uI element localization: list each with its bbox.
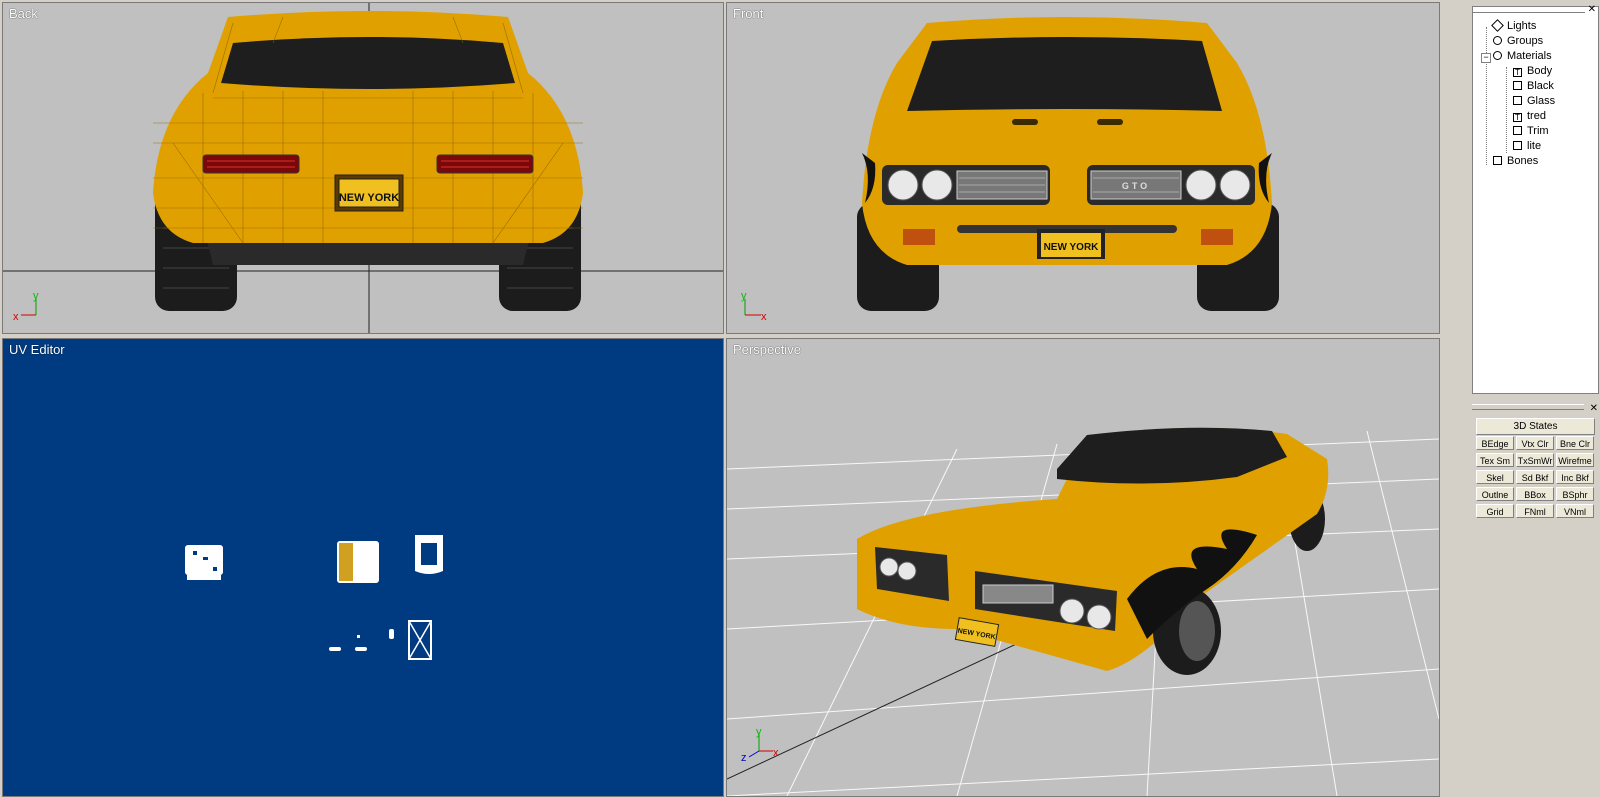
axis-y-label: y [33,290,39,302]
state-button-vnml[interactable]: VNml [1556,504,1594,518]
group-icon [1493,36,1502,45]
axis-x-label: x [13,311,19,323]
state-button-skel[interactable]: Skel [1476,470,1514,484]
car-back-view: NEW YORK y x [3,3,723,333]
tree-item-label: Body [1527,65,1553,77]
3d-states-button[interactable]: 3D States [1476,418,1595,435]
3d-states-panel: ✕ 3D States BEdge Vtx Clr Bne Clr Tex Sm… [1472,404,1600,524]
viewport-back[interactable]: NEW YORK y x Back [2,2,724,334]
axis-x-label: x [761,311,767,323]
state-button-vtx-clr[interactable]: Vtx Clr [1516,436,1554,450]
close-icon[interactable]: ✕ [1590,404,1598,414]
axis-y-label: y [741,290,747,302]
light-icon [1491,19,1504,32]
state-button-wirefme[interactable]: Wirefme [1556,453,1594,467]
axis-z-label: z [741,752,747,764]
tree-item-material-trim[interactable]: Trim [1513,124,1549,139]
tree-item-label: Lights [1507,20,1537,32]
material-icon [1513,126,1522,135]
viewport-label-uv-editor[interactable]: UV Editor [9,342,65,358]
panel-grip[interactable] [1473,7,1585,13]
texture-icon: T [1513,113,1522,122]
tree-item-label: lite [1527,140,1542,152]
viewport-label-front[interactable]: Front [733,6,763,22]
close-icon[interactable]: ✕ [1588,5,1596,15]
axis-x-label: x [773,747,779,759]
viewport-front[interactable]: GTO NEW YORK y x Front [726,2,1440,334]
material-sphere-icon [1493,51,1502,60]
license-plate-back-text: NEW YORK [339,192,399,204]
viewport-uv-editor[interactable]: UV Editor [2,338,724,797]
state-button-grid[interactable]: Grid [1476,504,1514,518]
state-button-bsphr[interactable]: BSphr [1556,487,1594,501]
tree-item-bones[interactable]: Bones [1493,154,1538,169]
state-button-tex-sm[interactable]: Tex Sm [1476,453,1514,467]
uv-islands [185,535,443,660]
texture-icon: T [1513,68,1522,77]
tree-item-groups[interactable]: Groups [1493,34,1543,49]
panel-grip[interactable] [1472,404,1584,410]
tree-item-label: Glass [1527,95,1556,107]
tree-item-material-glass[interactable]: Glass [1513,94,1555,109]
tree-item-label: Materials [1507,50,1552,62]
license-plate-front-text: NEW YORK [1044,242,1100,253]
tree-item-label: Trim [1527,125,1549,137]
tree-item-material-lite[interactable]: lite [1513,139,1541,154]
viewport-label-perspective[interactable]: Perspective [733,342,801,358]
viewport-label-back[interactable]: Back [9,6,38,22]
state-button-bbox[interactable]: BBox [1516,487,1554,501]
tree-item-material-body[interactable]: T Body [1513,64,1552,79]
tree-item-lights[interactable]: Lights [1491,19,1537,34]
car-front-view: GTO NEW YORK y x [741,17,1279,323]
grille-badge: GTO [1122,181,1150,191]
tree-item-label: tred [1527,110,1546,122]
state-button-bedge[interactable]: BEdge [1476,436,1514,450]
tree-connector [1506,67,1507,153]
material-icon [1513,81,1522,90]
tree-item-label: Bones [1507,155,1539,167]
tree-item-materials[interactable]: Materials [1493,49,1552,64]
axis-y-label: y [756,726,762,738]
scene-tree-panel: ✕ Lights Groups − Materials T Body Black … [1472,5,1599,394]
state-button-fnml[interactable]: FNml [1516,504,1554,518]
viewport-perspective[interactable]: NEW YORK y x z Perspective [726,338,1440,797]
car-perspective-view: NEW YORK y x z [727,427,1439,796]
state-button-bne-clr[interactable]: Bne Clr [1556,436,1594,450]
tree-item-material-tred[interactable]: Ttred [1513,109,1546,124]
material-icon [1513,96,1522,105]
side-panel: ✕ Lights Groups − Materials T Body Black … [1472,4,1600,797]
tree-connector [1486,27,1487,165]
tree-item-material-black[interactable]: Black [1513,79,1554,94]
state-button-outlne[interactable]: Outlne [1476,487,1514,501]
state-button-inc-bkf[interactable]: Inc Bkf [1556,470,1594,484]
state-button-sd-bkf[interactable]: Sd Bkf [1516,470,1554,484]
tree-item-label: Groups [1507,35,1544,47]
state-button-txsmwr[interactable]: TxSmWr [1516,453,1554,467]
bones-icon [1493,156,1502,165]
tree-item-label: Black [1527,80,1554,92]
expand-collapse-icon[interactable]: − [1481,53,1491,63]
material-icon [1513,141,1522,150]
